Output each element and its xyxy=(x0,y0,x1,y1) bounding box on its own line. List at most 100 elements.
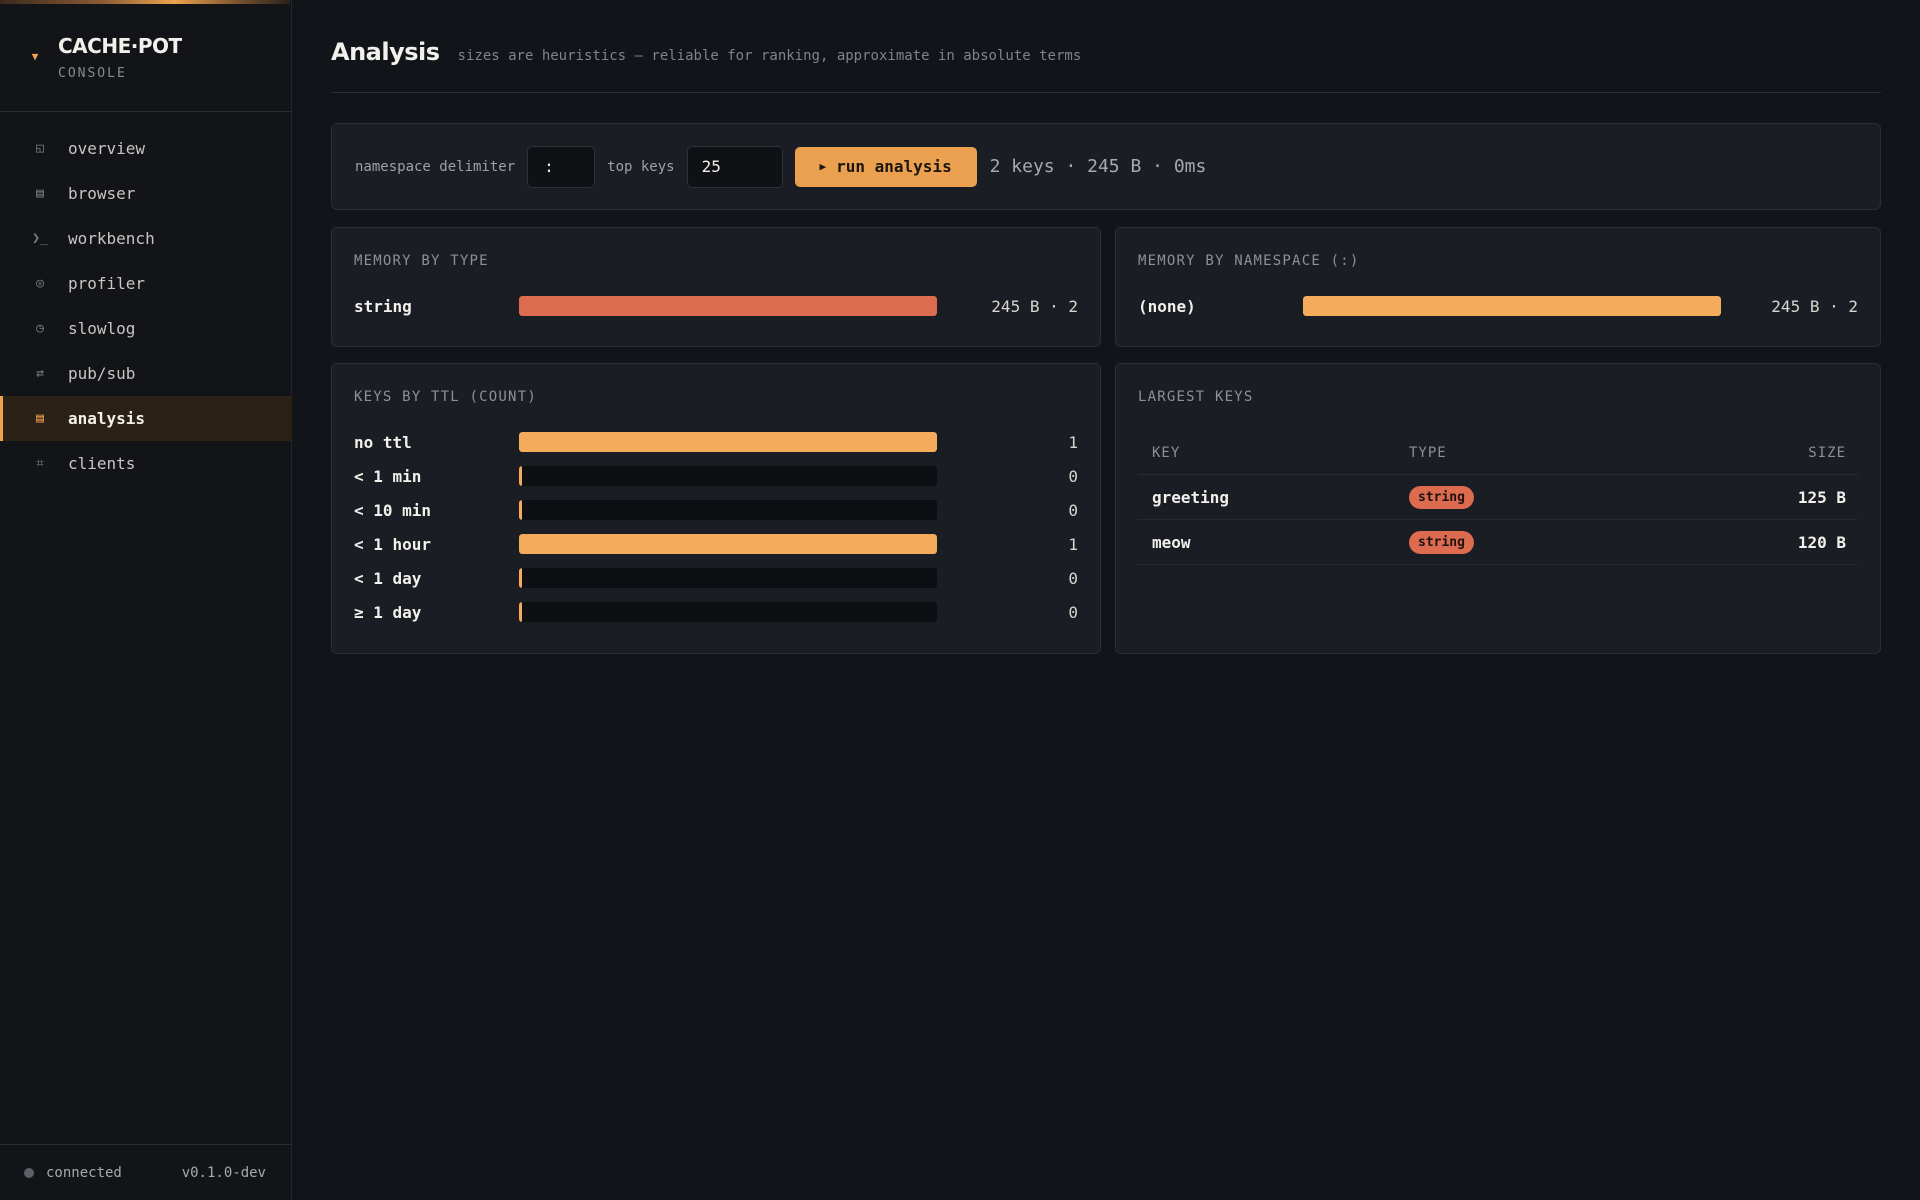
sidebar-divider xyxy=(0,111,292,112)
page-header: Analysis sizes are heuristics — reliable… xyxy=(331,38,1081,66)
bar-label: < 1 day xyxy=(354,568,422,588)
sidebar-item-browser[interactable]: ▤ browser xyxy=(0,171,292,216)
bar-row: < 10 min 0 xyxy=(354,500,1078,520)
sidebar-item-clients[interactable]: ⌗ clients xyxy=(0,441,292,486)
bar-value: 0 xyxy=(1068,602,1078,622)
sidebar-item-profiler[interactable]: ◎ profiler xyxy=(0,261,292,306)
sidebar-item-pubsub[interactable]: ⇄ pub/sub xyxy=(0,351,292,396)
clock-icon: ◷ xyxy=(36,321,44,336)
arrows-icon: ⇄ xyxy=(36,366,44,381)
version-label: v0.1.0-dev xyxy=(181,1164,266,1181)
bar-label: < 1 min xyxy=(354,466,422,486)
table-row[interactable]: greeting string 125 B xyxy=(1138,475,1858,520)
bar-fill xyxy=(519,466,522,486)
play-icon: ▶ xyxy=(819,160,827,173)
sidebar: ▼ CACHE·POT CONSOLE ◱ overview ▤ browser… xyxy=(0,0,292,1200)
sidebar-item-overview[interactable]: ◱ overview xyxy=(0,126,292,171)
top-keys-input[interactable]: 25 xyxy=(686,145,783,188)
grid-icon: ⌗ xyxy=(36,456,44,471)
brand: ▼ CACHE·POT CONSOLE xyxy=(28,32,182,81)
bar-value: 1 xyxy=(1068,432,1078,452)
status-text: connected xyxy=(46,1164,122,1181)
bar-value: 1 xyxy=(1068,534,1078,554)
type-badge: string xyxy=(1409,485,1474,509)
memory-by-type-card: MEMORY BY TYPE string 245 B · 2 xyxy=(331,227,1101,347)
key-name: greeting xyxy=(1152,487,1230,507)
bar-track xyxy=(519,432,937,452)
bar-value: 0 xyxy=(1068,466,1078,486)
bar-label: no ttl xyxy=(354,432,412,452)
run-analysis-button[interactable]: ▶ run analysis xyxy=(794,146,977,187)
sidebar-item-label: workbench xyxy=(68,229,155,248)
analysis-icon: ▤ xyxy=(36,411,44,426)
bar-fill xyxy=(519,500,522,520)
top-keys-label: top keys xyxy=(607,158,675,175)
bar-row: ≥ 1 day 0 xyxy=(354,602,1078,622)
overview-icon: ◱ xyxy=(36,141,44,156)
table-row[interactable]: meow string 120 B xyxy=(1138,520,1858,565)
sidebar-item-label: analysis xyxy=(68,409,146,428)
bar-fill xyxy=(519,602,522,622)
type-badge: string xyxy=(1409,530,1474,554)
table-header: KEY TYPE SIZE xyxy=(1138,432,1858,475)
sidebar-item-analysis[interactable]: ▤ analysis xyxy=(0,396,292,441)
keys-by-ttl-card: KEYS BY TTL (COUNT) no ttl 1 < 1 min 0 <… xyxy=(331,363,1101,654)
largest-keys-table: KEY TYPE SIZE greeting string 125 B meow… xyxy=(1138,432,1858,565)
delimiter-input[interactable]: : xyxy=(527,145,596,188)
profiler-icon: ◎ xyxy=(36,276,44,291)
bar-label: < 1 hour xyxy=(354,534,432,554)
bar-value: 0 xyxy=(1068,500,1078,520)
browser-icon: ▤ xyxy=(36,186,44,201)
bar-label: (none) xyxy=(1138,296,1196,316)
sidebar-item-workbench[interactable]: ❯_ workbench xyxy=(0,216,292,261)
bar-row: < 1 day 0 xyxy=(354,568,1078,588)
type-cell: string xyxy=(1409,485,1709,509)
card-title: KEYS BY TTL (COUNT) xyxy=(354,389,537,405)
bar-track xyxy=(1303,296,1721,316)
sidebar-item-label: clients xyxy=(68,454,136,473)
bar-label: string xyxy=(354,296,412,316)
bar-value: 0 xyxy=(1068,568,1078,588)
bar-fill xyxy=(1303,296,1721,316)
bar-track xyxy=(519,500,937,520)
type-cell: string xyxy=(1409,530,1709,554)
column-header-type: TYPE xyxy=(1409,445,1447,461)
brand-subtitle: CONSOLE xyxy=(58,66,127,81)
bar-track xyxy=(519,568,937,588)
bar-fill xyxy=(519,296,937,316)
sidebar-item-label: browser xyxy=(68,184,136,203)
delimiter-label: namespace delimiter xyxy=(355,158,516,175)
brand-name: CACHE·POT xyxy=(58,34,182,58)
largest-keys-card: LARGEST KEYS KEY TYPE SIZE greeting stri… xyxy=(1115,363,1881,654)
sidebar-item-label: slowlog xyxy=(68,319,136,338)
key-size: 125 B xyxy=(1797,487,1846,507)
bar-fill xyxy=(519,568,522,588)
sidebar-item-label: profiler xyxy=(68,274,146,293)
bar-row: (none) 245 B · 2 xyxy=(1138,296,1858,316)
bar-track xyxy=(519,602,937,622)
bar-track xyxy=(519,466,937,486)
sidebar-footer: connected v0.1.0-dev xyxy=(0,1144,292,1200)
bar-label: < 10 min xyxy=(354,500,432,520)
status-dot-icon xyxy=(24,1167,34,1178)
bar-row: no ttl 1 xyxy=(354,432,1078,452)
key-name: meow xyxy=(1152,532,1191,552)
card-title: MEMORY BY NAMESPACE (:) xyxy=(1138,253,1360,269)
column-header-key: KEY xyxy=(1152,445,1181,461)
column-header-size: SIZE xyxy=(1808,445,1846,461)
key-size: 120 B xyxy=(1797,532,1846,552)
connection-status: connected xyxy=(24,1165,122,1181)
bar-track xyxy=(519,534,937,554)
sidebar-item-slowlog[interactable]: ◷ slowlog xyxy=(0,306,292,351)
bar-row: string 245 B · 2 xyxy=(354,296,1078,316)
terminal-icon: ❯_ xyxy=(32,231,48,246)
card-title: LARGEST KEYS xyxy=(1138,389,1254,405)
run-analysis-label: run analysis xyxy=(836,157,952,176)
memory-by-namespace-card: MEMORY BY NAMESPACE (:) (none) 245 B · 2 xyxy=(1115,227,1881,347)
sidebar-item-label: pub/sub xyxy=(68,364,136,383)
analysis-summary: 2 keys · 245 B · 0ms xyxy=(989,156,1207,177)
bar-row: < 1 min 0 xyxy=(354,466,1078,486)
bar-fill xyxy=(519,432,937,452)
top-accent-bar xyxy=(0,0,290,4)
bar-value: 245 B · 2 xyxy=(991,296,1078,316)
